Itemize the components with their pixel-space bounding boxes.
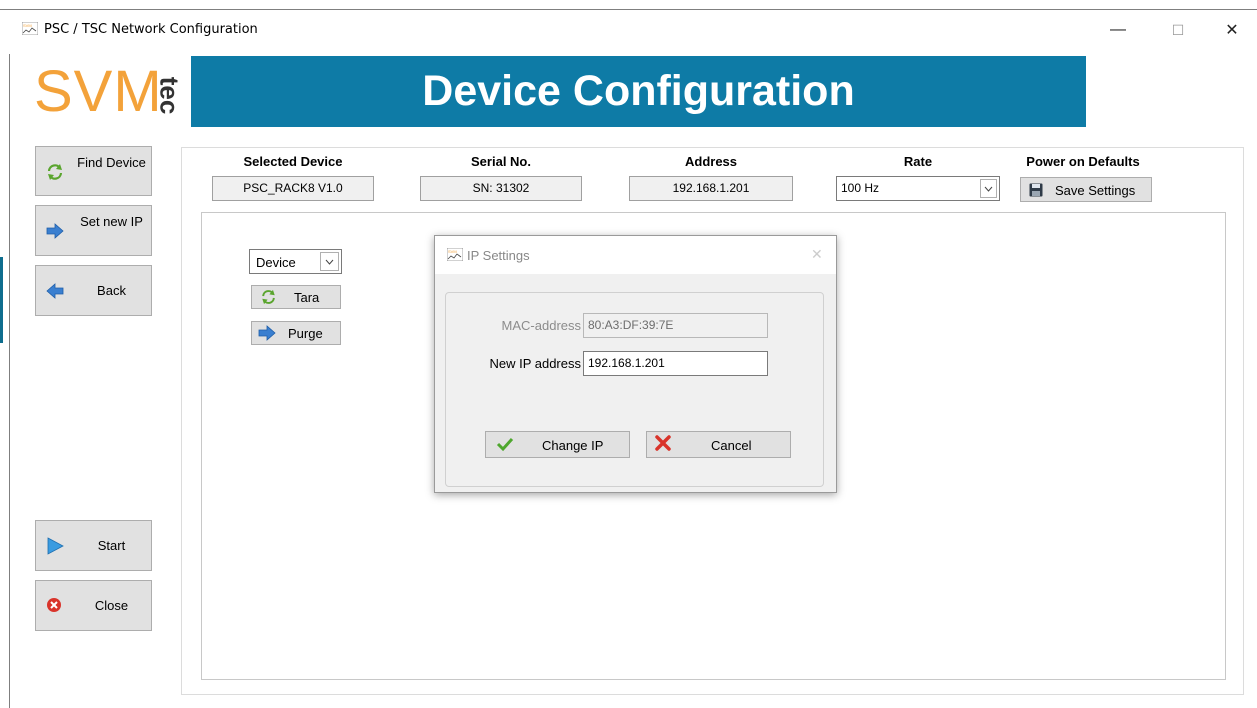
cancel-button[interactable]: Cancel (646, 431, 791, 458)
new-ip-input[interactable]: 192.168.1.201 (583, 351, 768, 376)
close-window-button[interactable]: ✕ (1214, 16, 1250, 44)
purge-label: Purge (288, 326, 323, 341)
mac-address-label: MAC-address (501, 318, 581, 333)
start-button[interactable]: Start (35, 520, 152, 571)
window-border (9, 54, 10, 708)
dialog-close-button[interactable]: ✕ (811, 246, 823, 263)
window-title: PSC / TSC Network Configuration (44, 22, 258, 37)
arrow-right-icon (258, 325, 276, 344)
tara-label: Tara (294, 290, 320, 305)
rate-select[interactable]: 100 Hz (836, 176, 1000, 201)
power-defaults-header: Power on Defaults (1026, 154, 1140, 169)
refresh-icon (260, 289, 277, 308)
selected-device-field: PSC_RACK8 V1.0 (212, 176, 374, 201)
play-icon (46, 537, 64, 558)
dialog-body: MAC-address 80:A3:DF:39:7E New IP addres… (435, 274, 836, 492)
svg-text:SVM: SVM (448, 249, 457, 254)
ip-settings-dialog: SVM IP Settings ✕ MAC-address 80:A3:DF:3… (434, 235, 837, 493)
red-x-icon (655, 435, 671, 454)
arrow-left-icon (46, 283, 64, 302)
address-field: 192.168.1.201 (629, 176, 793, 201)
chevron-down-icon (320, 252, 339, 271)
start-label: Start (97, 538, 126, 553)
maximize-button[interactable]: ☐ (1160, 16, 1196, 44)
app-icon: SVM (21, 21, 39, 36)
purge-button[interactable]: Purge (251, 321, 341, 345)
checkmark-icon (496, 436, 514, 455)
selected-device-header: Selected Device (243, 154, 343, 169)
minimize-button[interactable]: — (1100, 16, 1136, 44)
chevron-down-icon (980, 179, 997, 198)
back-label: Back (97, 283, 126, 298)
dialog-app-icon: SVM (446, 247, 464, 264)
mac-address-field: 80:A3:DF:39:7E (583, 313, 768, 338)
banner-title: Device Configuration (191, 56, 1086, 127)
close-circle-icon (46, 597, 62, 616)
address-header: Address (684, 154, 738, 169)
cancel-label: Cancel (711, 438, 752, 453)
find-device-button[interactable]: Find Device (35, 146, 152, 196)
floppy-disk-icon (1029, 183, 1043, 200)
close-label: Close (94, 598, 129, 613)
rate-header: Rate (903, 154, 933, 169)
set-new-ip-label: Set new IP (80, 214, 143, 229)
window-accent-strip (0, 257, 3, 343)
save-settings-label: Save Settings (1055, 183, 1136, 198)
change-ip-label: Change IP (542, 438, 604, 453)
svmtec-logo: SVM tec (34, 59, 185, 126)
save-settings-button[interactable]: Save Settings (1020, 177, 1152, 202)
svg-text:SVM: SVM (23, 23, 32, 28)
back-button[interactable]: Back (35, 265, 152, 316)
find-device-label: Find Device (77, 155, 146, 170)
tara-button[interactable]: Tara (251, 285, 341, 309)
dialog-title: IP Settings (467, 248, 530, 263)
serial-header: Serial No. (471, 154, 531, 169)
set-new-ip-button[interactable]: Set new IP (35, 205, 152, 256)
device-select[interactable]: Device (249, 249, 342, 274)
logo-text: SVM (34, 59, 163, 124)
logo-suffix: tec (154, 76, 185, 115)
serial-field: SN: 31302 (420, 176, 582, 201)
arrow-right-icon (46, 223, 64, 242)
refresh-icon (46, 163, 64, 184)
close-button[interactable]: Close (35, 580, 152, 631)
rate-value: 100 Hz (841, 181, 880, 195)
change-ip-button[interactable]: Change IP (485, 431, 630, 458)
new-ip-label: New IP address (489, 356, 581, 371)
device-select-value: Device (256, 255, 296, 270)
